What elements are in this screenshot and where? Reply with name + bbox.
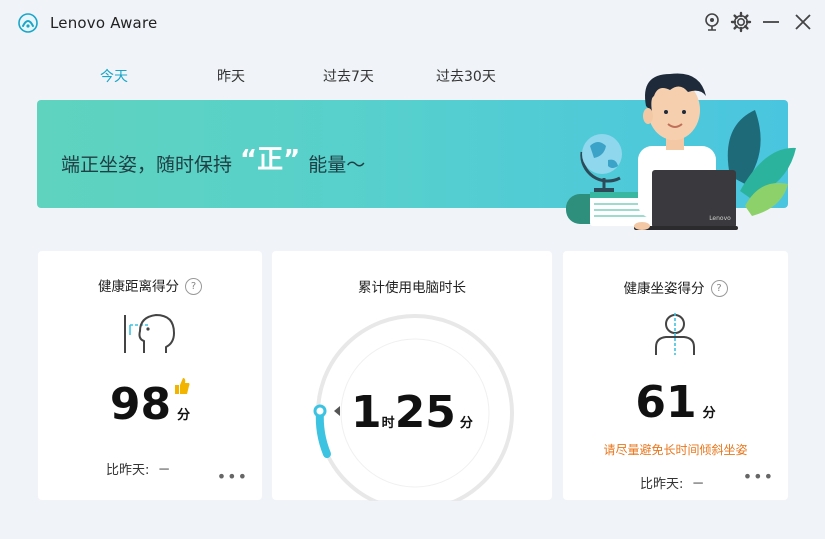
minimize-icon [763,21,779,23]
tab-past-7-days[interactable]: 过去7天 [323,66,374,86]
usage-time-card: 累计使用电脑时长 1时25 分 [272,251,552,501]
banner-emphasis: “正” [240,145,301,175]
banner-slogan: 端正坐姿，随时保持 “正” 能量～ [61,142,365,179]
usage-time-title: 累计使用电脑时长 [358,280,466,296]
camera-button[interactable] [700,10,724,34]
minimize-button[interactable] [759,10,783,34]
posture-compare: 比昨天: － [640,477,705,492]
distance-more-button[interactable]: ••• [217,467,248,486]
distance-score-title: 健康距离得分? [38,275,262,296]
posture-warning: 请尽量避免长时间倾斜坐姿 [603,443,748,457]
usage-time-value: 1时25 分 [351,387,473,438]
gear-icon [730,11,752,33]
camera-icon [705,13,719,31]
globe-icon [580,134,622,192]
app-logo-icon [18,13,38,33]
laptop-brand: Lenovo [709,215,731,222]
tab-today[interactable]: 今天 [100,66,128,86]
distance-compare: 比昨天: － [106,463,171,478]
posture-score-title: 健康坐姿得分? [563,277,788,298]
distance-score-card: 健康距离得分? 98 分 比昨天: － ••• [38,251,262,500]
posture-score-card: 健康坐姿得分? 61 分 请尽量避免长时间倾斜坐姿 比昨天: － ••• [563,251,788,500]
close-icon [795,14,811,30]
distance-score-value: 98 分 [109,379,191,430]
person-with-laptop-illustration: Lenovo [566,73,796,230]
app-title: Lenovo Aware [50,14,158,32]
title-bar: Lenovo Aware [0,0,825,44]
help-icon[interactable]: ? [185,277,202,295]
posture-more-button[interactable]: ••• [743,467,774,486]
posture-person-icon [655,313,695,355]
settings-button[interactable] [729,10,753,34]
face-distance-icon [124,314,175,353]
tab-yesterday[interactable]: 昨天 [217,66,245,86]
banner-text-before: 端正坐姿，随时保持 [61,154,233,176]
help-icon[interactable]: ? [710,279,728,297]
posture-score-value: 61 分 [635,377,716,428]
close-button[interactable] [791,10,815,34]
banner-text-after: 能量～ [308,154,366,176]
thumbs-up-icon [175,378,190,394]
tab-past-30-days[interactable]: 过去30天 [436,66,496,86]
